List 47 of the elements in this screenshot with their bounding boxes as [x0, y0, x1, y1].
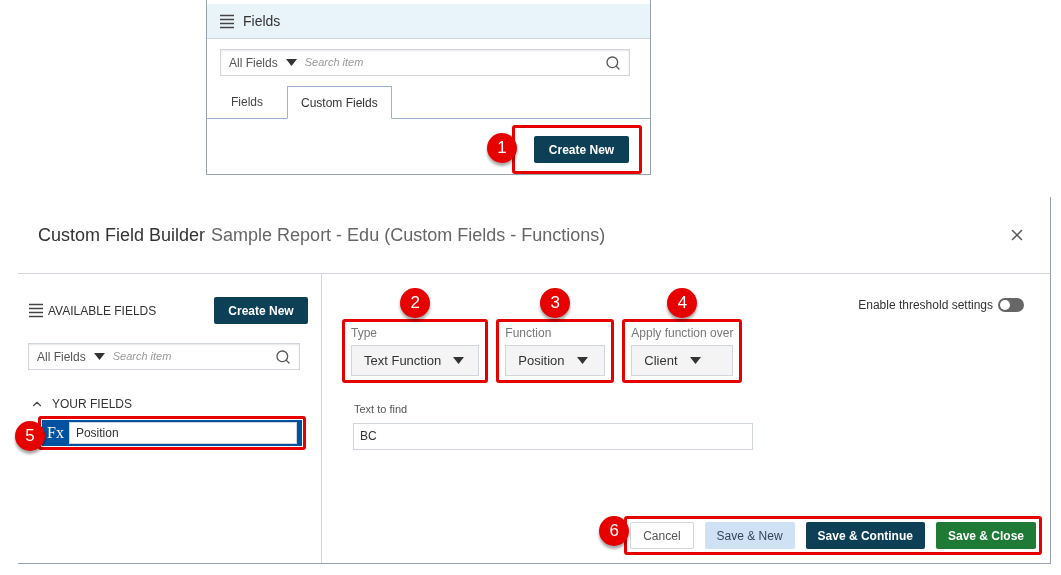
action-button[interactable]: Cancel	[630, 522, 694, 549]
text-field-label: Text to find	[354, 402, 409, 417]
text-input[interactable]: BC	[353, 422, 753, 450]
callout-number: 4	[667, 288, 698, 318]
caret-icon	[453, 357, 465, 364]
section-heading: AVAILABLE FIELDS	[48, 302, 157, 320]
select-dropdown[interactable]: Text Function	[351, 345, 480, 376]
function-icon: Fx	[47, 421, 64, 445]
caret-icon	[93, 353, 105, 360]
select-dropdown[interactable]: Client	[631, 345, 734, 376]
action-button[interactable]: Save & New	[704, 522, 795, 549]
filter-dropdown[interactable]: All Fields	[37, 347, 105, 366]
threshold-label: Enable threshold settings	[858, 297, 993, 314]
filter-dropdown[interactable]: All Fields	[229, 53, 297, 72]
action-button[interactable]: Save & Close	[935, 522, 1036, 549]
search-field[interactable]: All Fields Search item	[220, 49, 630, 76]
caret-icon	[689, 357, 701, 364]
search-input[interactable]: Search item	[112, 348, 275, 365]
select-label: Apply function over	[631, 325, 734, 341]
field-name-input[interactable]: Position	[68, 422, 297, 444]
action-button[interactable]: Save & Continue	[805, 522, 925, 549]
callout-number: 6	[599, 516, 630, 546]
search-icon[interactable]	[275, 348, 291, 365]
caret-icon	[285, 59, 297, 66]
callout-number: 3	[540, 288, 571, 318]
search-icon[interactable]	[605, 54, 621, 71]
dialog-title: Custom Field Builder	[38, 223, 206, 247]
panel-title: Fields	[243, 11, 281, 31]
create-new-button[interactable]: Create New	[214, 297, 308, 324]
section-heading: YOUR FIELDS	[52, 396, 132, 413]
tab[interactable]: Fields	[207, 85, 287, 118]
search-input[interactable]: Search item	[304, 54, 605, 71]
search-field[interactable]: All Fields Search item	[28, 343, 300, 370]
select-label: Type	[351, 325, 378, 341]
dialog-subtitle: Sample Report - Edu (Custom Fields - Functions)	[211, 223, 606, 247]
callout-number: 1	[487, 133, 517, 163]
callout-number: 2	[400, 288, 431, 318]
create-new-button[interactable]: Create New	[534, 136, 629, 163]
callout-number: 5	[15, 421, 45, 451]
select-label: Function	[505, 325, 553, 341]
tab[interactable]: Custom Fields	[287, 86, 392, 119]
list-icon	[28, 303, 44, 318]
select-dropdown[interactable]: Position	[505, 345, 606, 376]
field-row[interactable]: Fx Position	[42, 420, 302, 446]
toggle-switch[interactable]	[998, 298, 1024, 312]
list-icon	[219, 13, 235, 29]
caret-icon	[576, 357, 588, 364]
